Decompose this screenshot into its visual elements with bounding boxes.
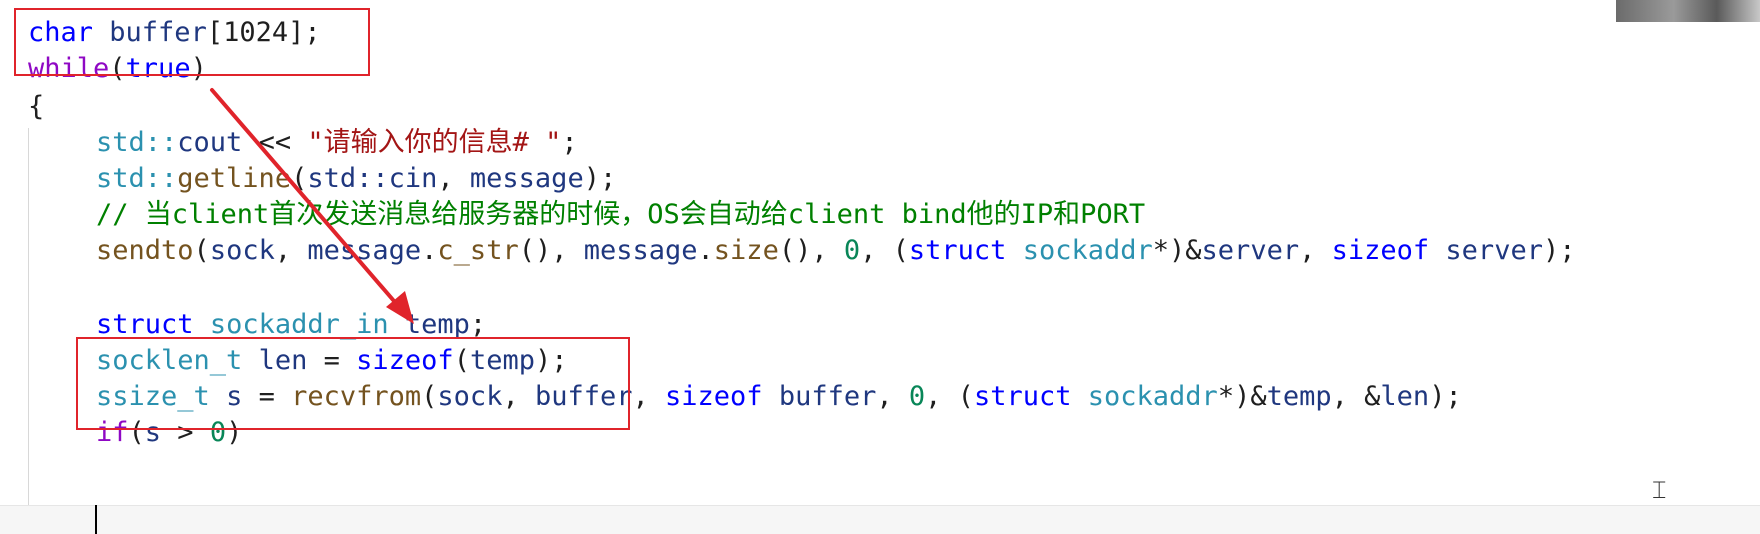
- text-ibeam-icon: ⌶: [1652, 476, 1667, 504]
- code-token: temp: [1266, 381, 1332, 412]
- code-line-6: // 当client首次发送消息给服务器的时候，OS会自动给client bin…: [96, 196, 1145, 234]
- code-token: sockaddr: [1087, 381, 1218, 412]
- code-token: len: [1380, 381, 1430, 412]
- code-token: sizeof: [1331, 235, 1430, 266]
- code-token: (),: [518, 235, 584, 266]
- code-token: .: [421, 235, 438, 266]
- code-token: sockaddr_in: [209, 309, 389, 340]
- code-token: .: [697, 235, 714, 266]
- code-token: *)&: [1152, 235, 1202, 266]
- code-line-5: std::getline(std::cin, message);: [96, 160, 616, 198]
- code-token: ,: [1299, 235, 1332, 266]
- code-token: sendto: [96, 235, 194, 266]
- annotation-box-temp: [76, 337, 630, 430]
- code-token: ,: [437, 163, 470, 194]
- code-token: ,: [876, 381, 909, 412]
- code-token: (),: [778, 235, 844, 266]
- text-caret: [95, 505, 97, 534]
- code-token: struct: [908, 235, 1007, 266]
- code-token: buffer: [778, 381, 877, 412]
- code-token: std::cin: [307, 163, 438, 194]
- code-token: message: [583, 235, 698, 266]
- code-token: ;: [469, 309, 487, 340]
- code-token: getline: [177, 163, 292, 194]
- code-token: std::: [96, 127, 178, 158]
- code-token: ;: [561, 127, 578, 158]
- code-token: 0: [908, 381, 926, 412]
- code-token: size: [713, 235, 779, 266]
- code-token: , &: [1331, 381, 1381, 412]
- code-token: (: [291, 163, 308, 194]
- code-token: 0: [843, 235, 861, 266]
- code-token: (: [193, 235, 210, 266]
- code-token: c_str: [437, 235, 519, 266]
- code-token: ,: [274, 235, 308, 266]
- code-token: cout: [177, 127, 243, 158]
- code-token: message: [307, 235, 422, 266]
- code-token: {: [28, 91, 45, 122]
- video-thumbnail: [1616, 0, 1760, 22]
- code-comment: // 当client首次发送消息给服务器的时候，OS会自动给client bin…: [96, 199, 1146, 230]
- indent-guide: [28, 128, 29, 534]
- code-token: "请输入你的信息# ": [307, 127, 562, 158]
- code-token: temp: [404, 309, 470, 340]
- code-token: sizeof: [665, 381, 763, 412]
- code-line-7: sendto(sock, message.c_str(), message.si…: [96, 232, 1575, 270]
- code-token: , (: [925, 381, 974, 412]
- code-token: *)&: [1217, 381, 1267, 412]
- annotation-box-buffer: [14, 8, 370, 76]
- code-editor[interactable]: char buffer[1024]; while(true) { std::co…: [0, 0, 1760, 534]
- code-line-3: {: [28, 88, 44, 126]
- code-token: sockaddr: [1022, 235, 1153, 266]
- code-token: );: [583, 163, 617, 194]
- code-token: server: [1201, 235, 1300, 266]
- code-token: std::: [96, 163, 178, 194]
- code-token: struct: [96, 309, 194, 340]
- code-token: struct: [973, 381, 1072, 412]
- code-token: );: [1429, 381, 1462, 412]
- current-line-highlight: [0, 505, 1760, 534]
- code-token: ,: [632, 381, 666, 412]
- code-token: );: [1542, 235, 1576, 266]
- code-token: , (: [860, 235, 909, 266]
- code-token: <<: [242, 127, 308, 158]
- code-token: server: [1445, 235, 1543, 266]
- code-line-4: std::cout << "请输入你的信息# ";: [96, 124, 578, 162]
- code-token: message: [469, 163, 584, 194]
- code-token: sock: [209, 235, 275, 266]
